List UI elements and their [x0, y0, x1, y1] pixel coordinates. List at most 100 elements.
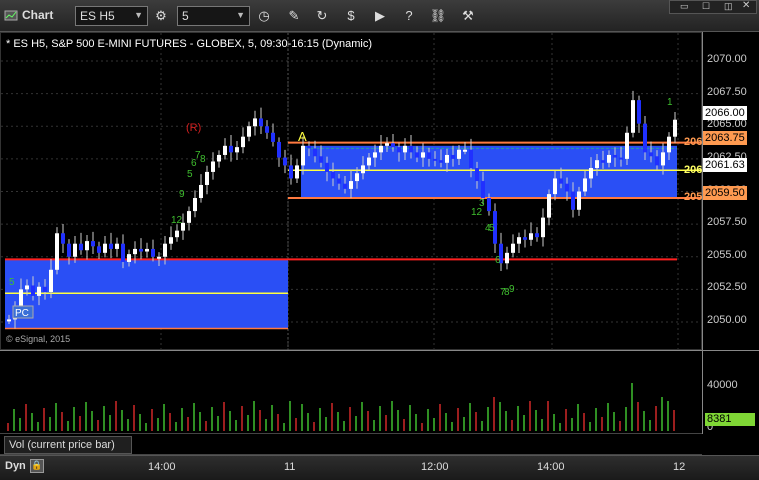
price-plot[interactable]: (R) A PC 5 6 7 8 12 9 5 12 3 4 5 6 7 8 9 1 — [0, 32, 703, 351]
r-marker-label: (R) — [186, 122, 201, 134]
candle-body — [481, 181, 485, 199]
candle-body — [529, 233, 533, 240]
symbol-input[interactable]: ES H5 ▼ — [75, 6, 148, 26]
candle-body — [487, 198, 491, 212]
chart-window: Chart ES H5 ▼ ⚙ 5 ▼ ◷ ✎ ↻ $ ▶ ? ⛓ ⚒ ▭ ☐ ◫ … — [0, 0, 759, 480]
candle-body — [91, 241, 95, 247]
candle-body — [571, 191, 575, 210]
candle-body — [583, 178, 587, 192]
candle-body — [373, 152, 377, 158]
price-marker-label: 2061.63 — [703, 158, 747, 172]
time-tick-label: 12 — [673, 461, 686, 473]
time-axis[interactable] — [0, 455, 759, 480]
candle-body — [121, 243, 125, 262]
help-icon[interactable]: ? — [399, 7, 419, 25]
settings-icon[interactable]: ⚒ — [458, 7, 478, 25]
candle-body — [235, 147, 239, 153]
candle-body — [133, 248, 137, 255]
candle-body — [85, 241, 89, 251]
candle-body — [79, 243, 83, 251]
candle-body — [55, 233, 59, 270]
volume-scale[interactable]: 40000 0 8381 — [702, 350, 759, 434]
clock-icon[interactable]: ◷ — [254, 7, 274, 25]
pencil-icon[interactable]: ✎ — [284, 7, 304, 25]
candle-body — [649, 152, 653, 157]
candle-body — [553, 178, 557, 195]
candle-body — [445, 154, 449, 163]
candle-body — [601, 160, 605, 163]
price-marker-label: 2066.00 — [703, 106, 747, 120]
price-tick-label: 2067.50 — [707, 85, 747, 98]
candle-body — [127, 254, 131, 262]
candle-body — [511, 243, 515, 253]
candle-body — [427, 152, 431, 159]
candle-body — [415, 152, 419, 158]
time-tick-label: 14:00 — [537, 461, 565, 473]
candle-body — [259, 118, 263, 127]
volume-panel[interactable] — [0, 350, 702, 434]
price-tick-label: 2050.00 — [707, 314, 747, 326]
candle-body — [169, 237, 173, 244]
dynamic-mode-label[interactable]: Dyn — [5, 460, 26, 472]
price-tick-label: 2065.00 — [707, 118, 747, 131]
candle-body — [295, 165, 299, 179]
candle-body — [361, 165, 365, 174]
candle-body — [469, 149, 473, 169]
a-marker-label: A — [298, 129, 307, 144]
candlestick-chart: (R)APC567 8129512345678 91 — [1, 33, 703, 351]
candle-body — [277, 141, 281, 158]
candle-body — [541, 217, 545, 238]
candle-body — [271, 132, 275, 142]
candle-body — [253, 118, 257, 127]
refresh-chart-icon[interactable]: ↻ — [312, 7, 332, 25]
link-icon[interactable]: ⛓ — [428, 7, 448, 25]
restore-icon[interactable]: ◫ — [724, 1, 733, 12]
candle-body — [37, 286, 41, 296]
dollar-icon[interactable]: $ — [341, 7, 361, 25]
candle-body — [673, 119, 677, 137]
symbol-dropdown-arrow-icon[interactable]: ▼ — [134, 10, 143, 20]
candle-body — [217, 154, 221, 162]
candle-body — [625, 132, 629, 159]
candle-body — [61, 233, 65, 244]
interval-dropdown-arrow-icon[interactable]: ▼ — [236, 10, 245, 20]
interval-input[interactable]: 5 ▼ — [177, 6, 250, 26]
pc-marker-label: PC — [15, 308, 29, 319]
price-tick-label: 2055.00 — [707, 248, 747, 261]
candle-body — [343, 183, 347, 189]
play-icon[interactable]: ▶ — [370, 7, 390, 25]
candle-body — [193, 198, 197, 212]
candle-body — [211, 161, 215, 172]
candle-body — [229, 145, 233, 153]
candle-body — [355, 173, 359, 182]
candle-body — [43, 286, 47, 292]
candle-body — [205, 171, 209, 185]
time-tick-label: 14:00 — [148, 461, 176, 473]
titlebar: Chart ES H5 ▼ ⚙ 5 ▼ ◷ ✎ ↻ $ ▶ ? ⛓ ⚒ ▭ ☐ ◫ … — [0, 0, 759, 32]
sequence-number-label: 12 — [171, 215, 183, 226]
candle-body — [421, 152, 425, 158]
chart-header: * ES H5, S&P 500 E-MINI FUTURES - GLOBEX… — [6, 38, 372, 50]
time-tick-label: 12:00 — [421, 461, 449, 473]
candle-body — [457, 149, 461, 159]
volume-study-label[interactable]: Vol (current price bar) — [4, 436, 132, 454]
copyright-text: © eSignal, 2015 — [6, 334, 71, 344]
price-tick-label: 2052.50 — [707, 281, 747, 294]
volume-chart — [7, 383, 675, 431]
line-edge-label: 206 — [684, 164, 703, 176]
candle-body — [391, 143, 395, 148]
candle-body — [25, 285, 29, 290]
sequence-number-label: 5 — [489, 223, 495, 234]
close-icon[interactable]: ✕ — [742, 0, 750, 11]
maximize-icon[interactable]: ☐ — [702, 1, 710, 12]
symbol-link-icon[interactable]: ⚙ — [151, 7, 171, 25]
candle-body — [175, 230, 179, 238]
price-marker-label: 2063.75 — [703, 131, 747, 145]
candle-body — [301, 145, 305, 166]
price-tick-label: 2070.00 — [707, 53, 747, 65]
lock-icon[interactable]: 🔒 — [30, 459, 44, 473]
minimize-icon[interactable]: ▭ — [680, 1, 689, 12]
candle-body — [163, 243, 167, 257]
sequence-number-label: 1 — [667, 97, 673, 108]
candle-body — [115, 243, 119, 249]
